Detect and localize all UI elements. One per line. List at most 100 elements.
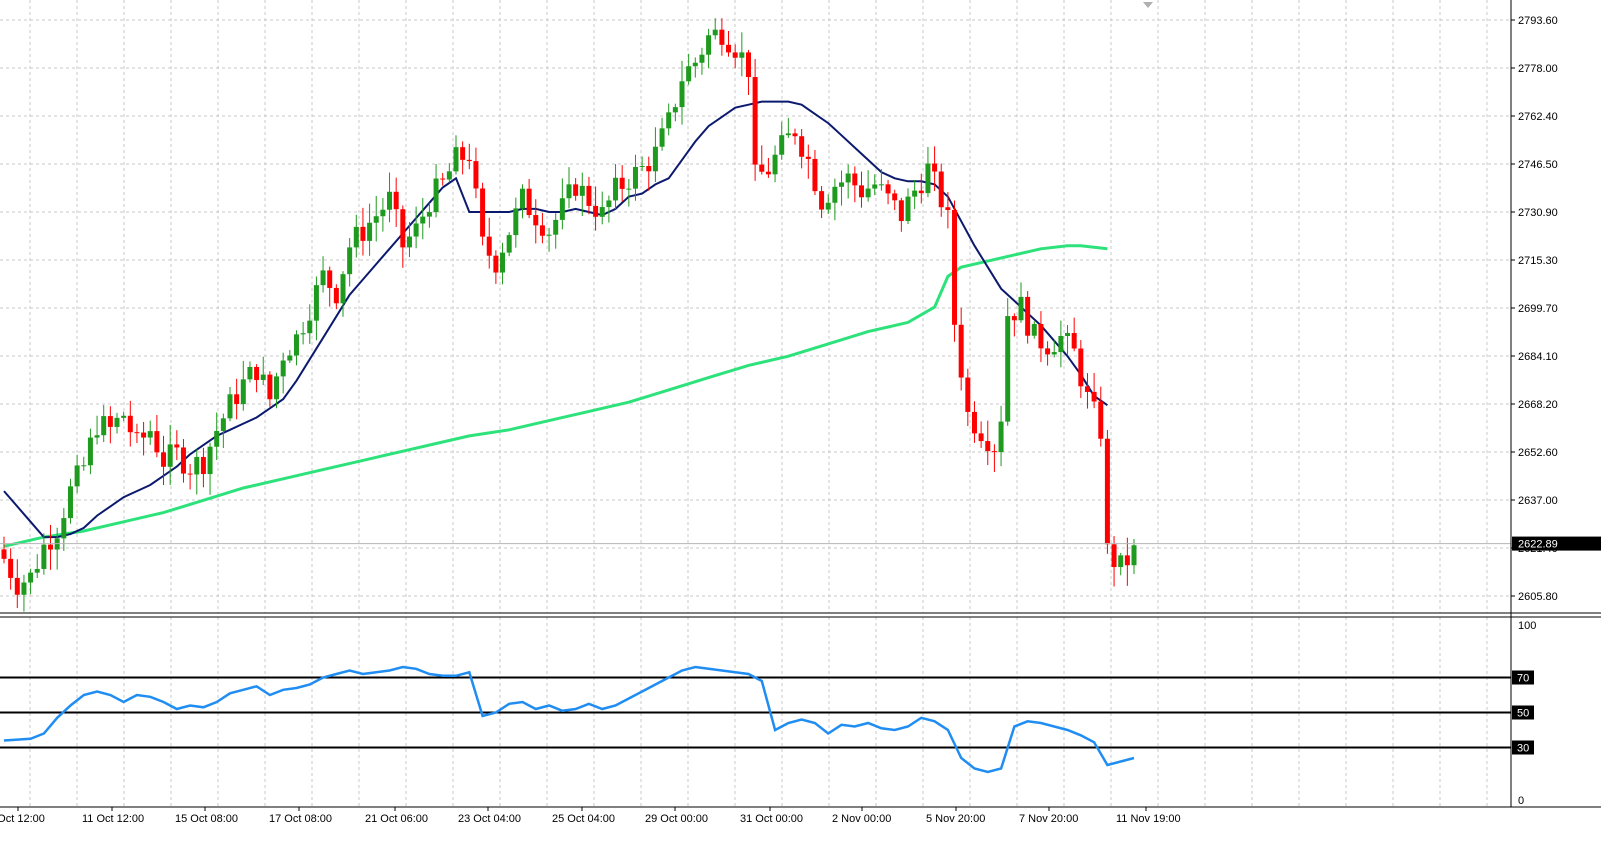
candle[interactable]	[254, 364, 260, 393]
candle[interactable]	[965, 368, 971, 426]
candle[interactable]	[373, 195, 379, 242]
candle[interactable]	[420, 197, 426, 240]
candle[interactable]	[61, 507, 67, 551]
candle[interactable]	[958, 307, 964, 391]
candle[interactable]	[1118, 552, 1124, 576]
candle[interactable]	[659, 117, 665, 151]
candle[interactable]	[613, 164, 619, 210]
candle[interactable]	[134, 423, 140, 444]
candle[interactable]	[320, 256, 326, 293]
candle[interactable]	[94, 415, 100, 445]
candle[interactable]	[819, 185, 825, 219]
candle[interactable]	[247, 361, 253, 383]
candle[interactable]	[1078, 340, 1084, 399]
candle[interactable]	[1084, 373, 1090, 409]
candle[interactable]	[679, 60, 685, 125]
candle[interactable]	[234, 378, 240, 420]
candle[interactable]	[912, 180, 918, 210]
candle[interactable]	[34, 554, 40, 578]
candle[interactable]	[539, 213, 545, 244]
candle[interactable]	[180, 439, 186, 483]
candle[interactable]	[872, 174, 878, 196]
candle[interactable]	[626, 179, 632, 207]
candle[interactable]	[885, 179, 891, 205]
candle[interactable]	[121, 411, 127, 422]
candle[interactable]	[672, 103, 678, 122]
candle[interactable]	[666, 103, 672, 136]
candle[interactable]	[74, 454, 80, 494]
candle[interactable]	[87, 428, 93, 475]
candle[interactable]	[413, 206, 419, 249]
candle[interactable]	[952, 200, 958, 342]
candle[interactable]	[473, 147, 479, 199]
candle[interactable]	[991, 444, 997, 472]
candle[interactable]	[905, 188, 911, 225]
candle[interactable]	[1045, 341, 1051, 366]
candle[interactable]	[772, 145, 778, 183]
candle[interactable]	[360, 207, 366, 256]
candle[interactable]	[619, 165, 625, 202]
candle[interactable]	[147, 420, 153, 445]
candle[interactable]	[586, 176, 592, 215]
candle[interactable]	[440, 172, 446, 186]
candle[interactable]	[765, 157, 771, 178]
candle[interactable]	[1031, 321, 1037, 339]
candle[interactable]	[799, 129, 805, 169]
candle[interactable]	[200, 447, 206, 488]
candle[interactable]	[387, 172, 393, 223]
candle[interactable]	[1098, 386, 1104, 447]
candle[interactable]	[553, 213, 559, 249]
candle[interactable]	[280, 352, 286, 394]
candle[interactable]	[187, 463, 193, 490]
trading-chart[interactable]: 2793.60 2778.00 2762.40 2746.50 2730.90 2715.…	[0, 0, 1601, 850]
candle[interactable]	[852, 166, 858, 203]
candle[interactable]	[998, 405, 1004, 467]
candle[interactable]	[812, 150, 818, 196]
candle[interactable]	[945, 192, 951, 229]
candle[interactable]	[779, 121, 785, 160]
candle[interactable]	[526, 179, 532, 219]
candle[interactable]	[759, 145, 765, 175]
candle[interactable]	[107, 406, 113, 444]
candle[interactable]	[925, 146, 931, 198]
candle[interactable]	[8, 548, 14, 590]
candle[interactable]	[832, 178, 838, 221]
candle[interactable]	[1038, 311, 1044, 363]
candle[interactable]	[719, 18, 725, 56]
candle[interactable]	[978, 421, 984, 448]
candle[interactable]	[141, 422, 147, 456]
candle[interactable]	[792, 128, 798, 145]
candle[interactable]	[207, 442, 213, 495]
candle[interactable]	[433, 163, 439, 218]
candle[interactable]	[573, 178, 579, 201]
candle[interactable]	[81, 456, 87, 471]
candle[interactable]	[559, 178, 565, 230]
candle[interactable]	[652, 127, 658, 183]
candle[interactable]	[566, 167, 572, 209]
candle[interactable]	[393, 177, 399, 227]
candle[interactable]	[519, 184, 525, 219]
candle[interactable]	[706, 28, 712, 68]
candle[interactable]	[333, 284, 339, 310]
candle[interactable]	[1, 536, 7, 564]
candle[interactable]	[825, 194, 831, 214]
candle[interactable]	[646, 156, 652, 191]
candle[interactable]	[21, 574, 27, 612]
candle[interactable]	[892, 189, 898, 211]
candle[interactable]	[480, 182, 486, 246]
candle[interactable]	[1018, 282, 1024, 323]
candle[interactable]	[699, 47, 705, 75]
candle[interactable]	[845, 164, 851, 199]
candle[interactable]	[41, 533, 47, 575]
candle[interactable]	[805, 144, 811, 179]
candle[interactable]	[785, 117, 791, 138]
candle[interactable]	[606, 195, 612, 223]
candle[interactable]	[1065, 324, 1071, 355]
candle[interactable]	[486, 217, 492, 269]
candle[interactable]	[313, 276, 319, 341]
candle[interactable]	[898, 197, 904, 232]
candle[interactable]	[327, 266, 333, 307]
candle[interactable]	[938, 163, 944, 217]
candle[interactable]	[466, 143, 472, 170]
candle[interactable]	[174, 430, 180, 461]
